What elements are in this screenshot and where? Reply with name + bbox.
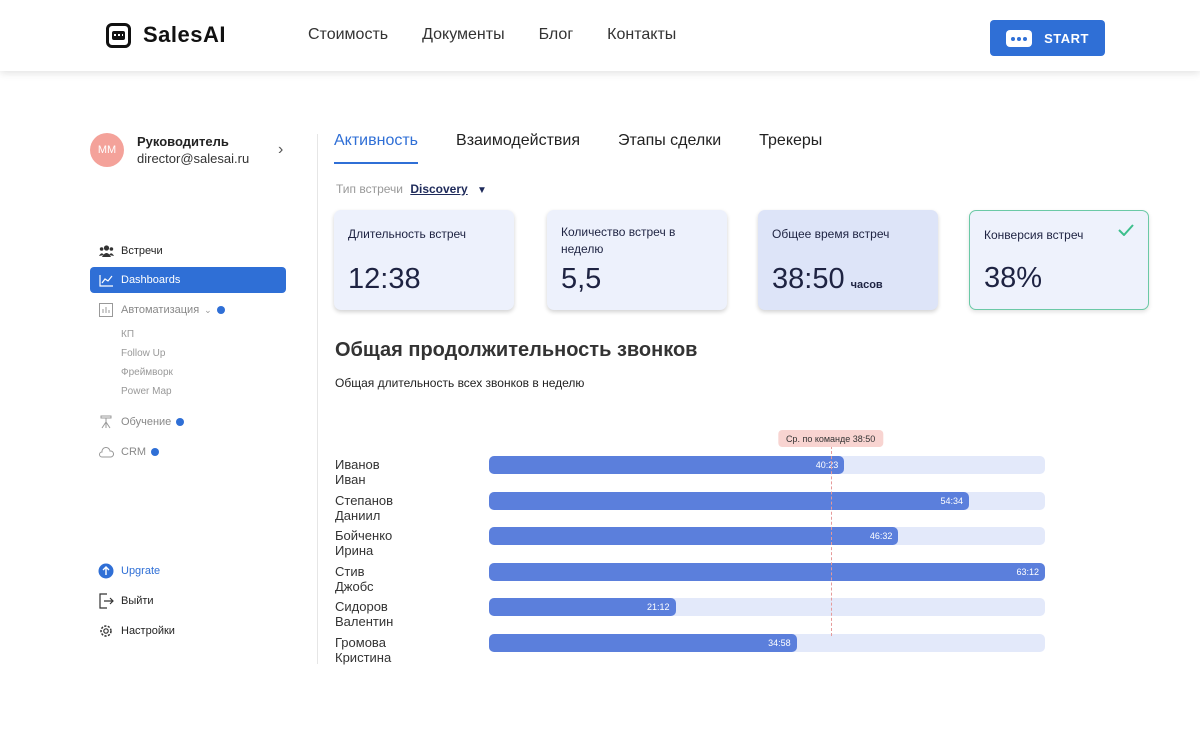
bar[interactable]: 34:58 [489,634,797,652]
top-header: SalesAI Стоимость Документы Блог Контакт… [0,0,1200,71]
brand-logo[interactable]: SalesAI [106,22,226,48]
bar[interactable]: 21:12 [489,598,676,617]
sidebar-item-settings[interactable]: Настройки [90,618,286,644]
main-nav: Стоимость Документы Блог Контакты [308,26,710,44]
card-title: Длительность встреч [348,227,467,241]
chevron-right-icon: › [278,141,284,158]
sidebar-divider [317,134,318,664]
sidebar-item-label: Upgrate [121,565,161,577]
nav-docs[interactable]: Документы [422,26,504,44]
tab-deal-stages[interactable]: Этапы сделки [618,132,721,164]
nav-blog[interactable]: Блог [539,26,574,44]
logout-icon [98,593,114,609]
sidebar-item-automation[interactable]: Автоматизация ⌄ [90,297,286,323]
bar-label: Иванов Иван [335,457,380,487]
sidebar-subitem-powermap[interactable]: Power Map [121,386,172,397]
logo-icon [106,22,131,48]
card-title: Количество встреч в неделю [561,225,676,256]
tab-bar: Активность Взаимодействия Этапы сделки Т… [334,132,860,164]
info-badge-icon [151,448,160,456]
card-meeting-duration: Длительность встреч 12:38 [334,210,514,310]
bar-label: Сидоров Валентин [335,599,394,630]
sidebar-item-label: Настройки [121,625,175,637]
check-icon [1118,224,1134,236]
sidebar-subitem-followup[interactable]: Follow Up [121,348,165,359]
section-title: Общая продолжительность звонков [335,339,698,361]
info-badge-icon [176,418,185,426]
nav-contacts[interactable]: Контакты [607,26,676,44]
sidebar-item-logout[interactable]: Выйти [90,588,286,614]
section-subtitle: Общая длительность всех звонков в неделю [335,376,585,390]
sidebar-item-dashboards[interactable]: Dashboards [90,267,286,293]
card-title: Общее время встреч [772,227,890,241]
card-value: 5,5 [561,263,602,295]
card-meetings-per-week: Количество встреч в неделю 5,5 [547,210,727,310]
training-icon [98,414,114,430]
card-unit: часов [850,279,883,291]
sidebar-item-label: CRM [121,446,147,458]
users-icon [98,243,114,259]
sidebar-item-label: Автоматизация [121,304,200,316]
meeting-type-value[interactable]: Discovery [410,182,467,196]
card-meeting-conversion[interactable]: Конверсия встреч 38% [969,210,1149,310]
avatar: MM [90,133,124,167]
bar-label: Степанов Даниил [335,492,394,523]
sidebar-item-crm[interactable]: CRM [90,439,286,465]
card-value: 38:50 часов [772,263,883,295]
start-button-label: START [1044,30,1089,46]
bar-label: Стив Джобс [335,563,374,594]
profile-email: director@salesai.ru [137,151,250,166]
bar[interactable]: 46:32 [489,527,899,546]
gear-icon [98,623,114,639]
start-button[interactable]: START [990,20,1105,56]
nav-pricing[interactable]: Стоимость [308,26,388,44]
info-badge-icon [216,306,225,314]
card-value: 12:38 [348,263,421,295]
average-line [830,446,832,636]
tab-interactions[interactable]: Взаимодействия [456,132,580,164]
bar[interactable]: 63:12 [489,562,1045,581]
sidebar-item-meetings[interactable]: Встречи [90,238,286,264]
sidebar-subitem-kp[interactable]: КП [121,329,134,340]
cloud-icon [98,444,114,460]
bar-label: Бойченко Ирина [335,528,393,559]
sidebar-item-label: Встречи [121,245,163,257]
card-title: Конверсия встреч [984,228,1084,242]
arrow-up-circle-icon [98,563,114,579]
average-label: Ср. по команде 38:50 [777,430,884,447]
automation-icon [98,302,114,318]
chart-line-icon [98,272,114,288]
card-value: 38% [984,262,1043,294]
tab-activity[interactable]: Активность [334,132,419,164]
sidebar-item-label: Dashboards [121,274,181,286]
sidebar-subitem-framework[interactable]: Фреймворк [121,367,173,378]
bar[interactable]: 54:34 [489,491,970,510]
sidebar-item-upgrade[interactable]: Upgrate [90,558,286,584]
bar[interactable]: 40:23 [489,456,845,474]
chevron-down-icon: ⌄ [204,304,212,315]
caret-down-icon: ▼ [477,185,487,196]
sidebar-item-label: Выйти [121,595,154,607]
tab-trackers[interactable]: Трекеры [759,132,822,164]
brand-name: SalesAI [143,22,226,47]
sidebar-item-label: Обучение [121,416,172,428]
card-total-meeting-time: Общее время встреч 38:50 часов [758,210,938,310]
user-profile[interactable]: MM Руководитель director@salesai.ru › [90,133,290,167]
bar-label: Громова Кристина [335,635,392,665]
chat-icon [1006,29,1033,47]
meeting-type-filter[interactable]: Тип встречи Discovery ▼ [336,182,487,196]
profile-role: Руководитель [137,134,229,149]
meeting-type-label: Тип встречи [336,182,403,196]
sidebar-item-training[interactable]: Обучение [90,409,286,435]
